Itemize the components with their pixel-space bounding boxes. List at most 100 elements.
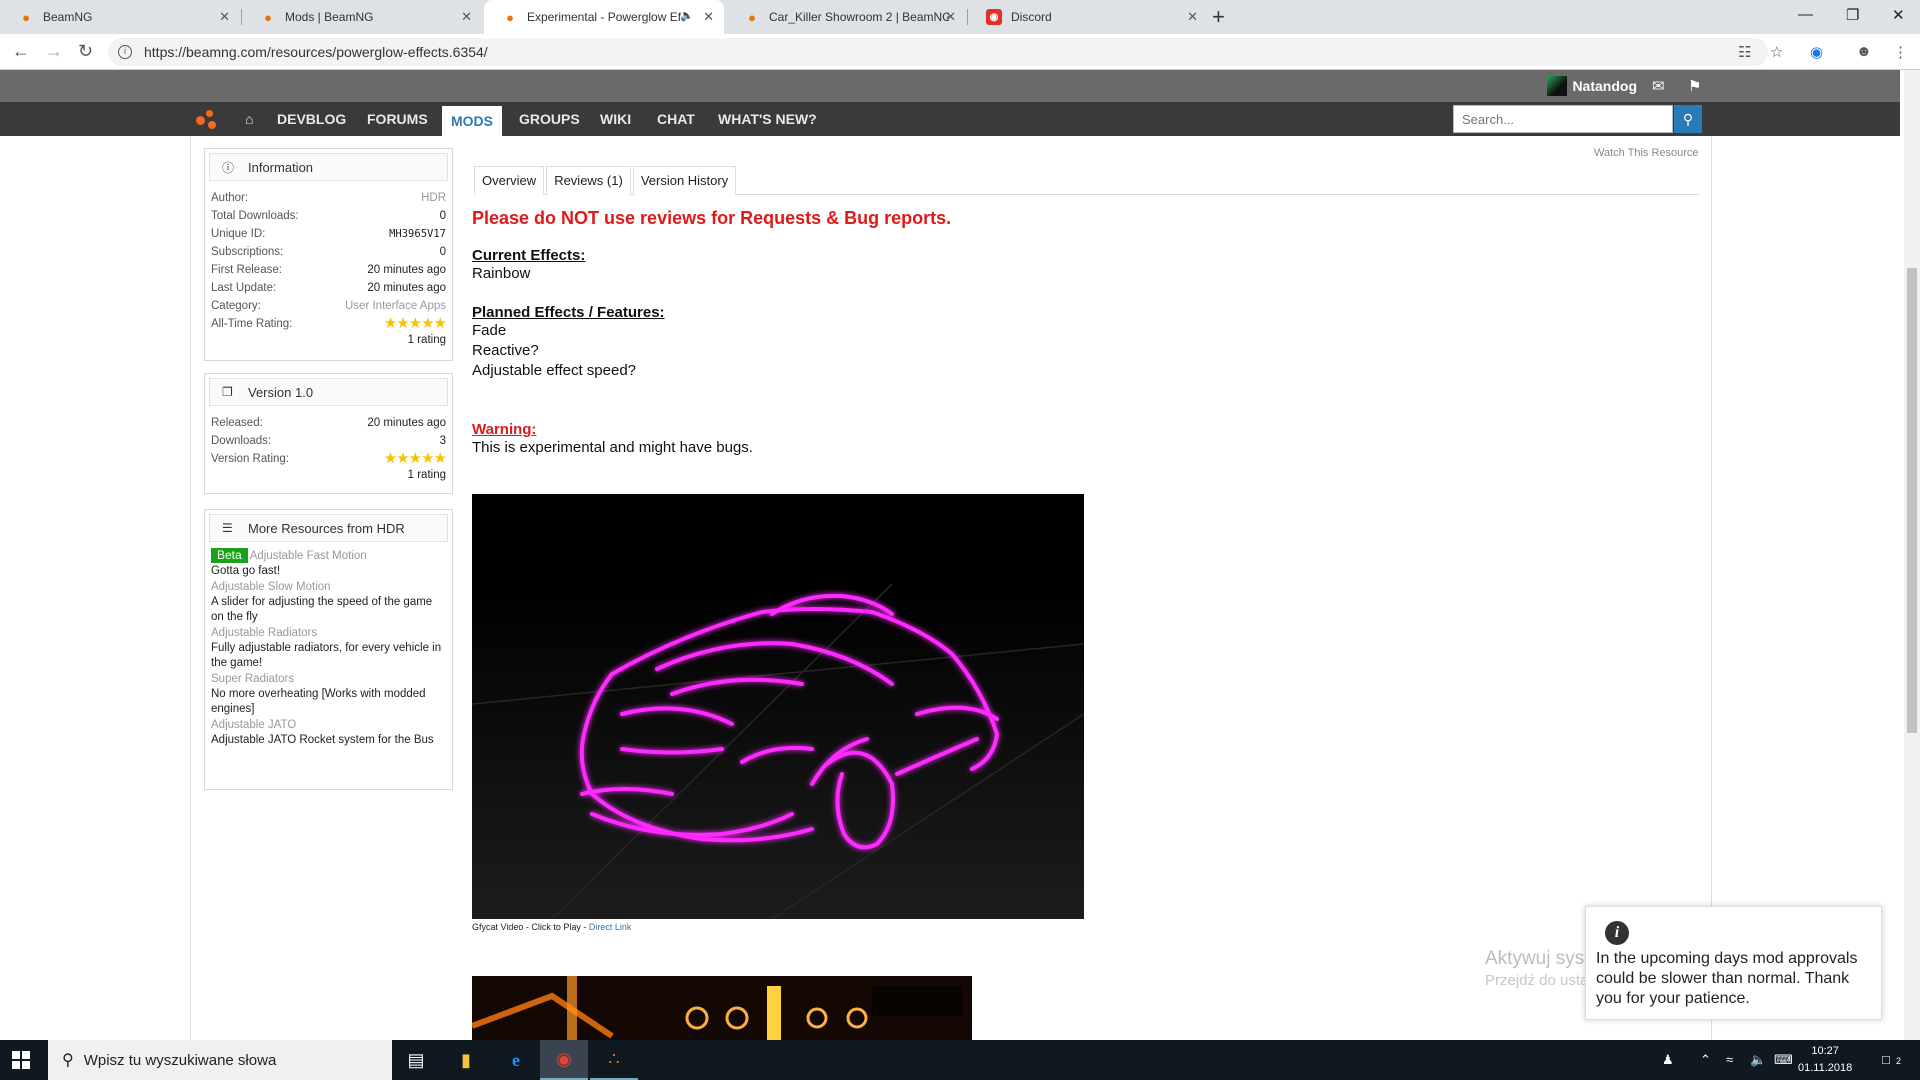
info-value[interactable]: User Interface Apps <box>345 297 446 315</box>
browser-toolbar: ← → ↻ i https://beamng.com/resources/pow… <box>0 34 1920 70</box>
info-value: MH3965V17 <box>389 228 446 240</box>
url-text: https://beamng.com/resources/powerglow-e… <box>144 44 488 60</box>
panel-heading: ☰ More Resources from HDR <box>209 514 448 542</box>
edge-icon[interactable]: e <box>492 1040 540 1080</box>
beamng-icon: ● <box>506 9 514 25</box>
back-icon[interactable]: ← <box>12 41 30 62</box>
version-row: Released: 20 minutes ago <box>205 414 452 432</box>
home-icon[interactable]: ⌂ <box>236 102 262 136</box>
nav-devblog[interactable]: DEVBLOG <box>268 102 355 136</box>
restore-icon[interactable]: ❐ <box>1846 6 1859 24</box>
browser-tab-active[interactable]: ● Experimental - Powerglow Ef 🔈 ✕ <box>484 0 724 34</box>
close-tab-icon[interactable]: ✕ <box>1187 9 1198 25</box>
resource-item: Adjustable Radiators Fully adjustable ra… <box>205 626 452 671</box>
browser-tab[interactable]: ● BeamNG ✕ <box>0 0 240 34</box>
close-tab-icon[interactable]: ✕ <box>703 9 714 25</box>
direct-link[interactable]: Direct Link <box>589 922 632 932</box>
tab-version-history[interactable]: Version History <box>632 166 737 195</box>
info-circle-icon: ⓘ <box>222 160 235 175</box>
reviews-alert: Please do NOT use reviews for Requests &… <box>472 208 952 228</box>
resource-link[interactable]: Adjustable Slow Motion <box>211 580 446 595</box>
scrollbar-thumb[interactable] <box>1907 268 1917 733</box>
keyboard-icon[interactable]: ⌨ <box>1774 1052 1793 1068</box>
rating-stars: ★★★★★ <box>383 315 447 332</box>
discord-icon: ◉ <box>986 9 1002 25</box>
resource-link[interactable]: Super Radiators <box>211 672 446 687</box>
taskbar-search[interactable]: ⚲ Wpisz tu wyszukiwane słowa <box>48 1040 392 1080</box>
resource-link[interactable]: Adjustable Radiators <box>211 626 446 641</box>
extension-icon[interactable]: ◉ <box>1810 43 1823 61</box>
nav-mods[interactable]: MODS <box>442 106 502 136</box>
second-video-preview[interactable] <box>472 976 972 1040</box>
info-key: Last Update: <box>211 282 277 294</box>
panel-heading: ❐ Version 1.0 <box>209 378 448 406</box>
list-icon: ☰ <box>222 521 233 535</box>
browser-tab-bar: ● BeamNG ✕ ● Mods | BeamNG ✕ ● Experimen… <box>0 0 1920 34</box>
bookmark-star-icon[interactable]: ☆ <box>1770 43 1783 61</box>
new-tab-button[interactable]: + <box>1212 4 1225 30</box>
watch-resource-link[interactable]: Watch This Resource <box>1594 147 1699 159</box>
close-tab-icon[interactable]: ✕ <box>219 9 230 25</box>
rating-row: All-Time Rating: ★★★★★ <box>205 315 452 333</box>
notification-text: In the upcoming days mod approvals could… <box>1596 950 1858 1007</box>
reload-icon[interactable]: ↻ <box>78 41 93 62</box>
minimize-icon[interactable]: — <box>1798 6 1813 23</box>
chrome-icon[interactable]: ◉ <box>540 1040 588 1080</box>
address-bar[interactable]: i https://beamng.com/resources/powerglow… <box>108 38 1768 66</box>
envelope-icon[interactable]: ✉ <box>1652 77 1665 95</box>
page-scrollbar[interactable] <box>1904 70 1920 1040</box>
wifi-icon[interactable]: ≈ <box>1726 1052 1733 1067</box>
beamng-logo[interactable] <box>196 110 218 130</box>
flag-icon[interactable]: ⚑ <box>1688 77 1701 95</box>
resource-item: Adjustable Slow Motion A slider for adju… <box>205 580 452 625</box>
windows-taskbar: ⚲ Wpisz tu wyszukiwane słowa ▤ ▮ e ◉ ∴ ♟… <box>0 1040 1920 1080</box>
browser-tab[interactable]: ● Mods | BeamNG ✕ <box>242 0 482 34</box>
translate-icon[interactable]: ☷ <box>1738 43 1751 61</box>
close-tab-icon[interactable]: ✕ <box>945 9 956 25</box>
close-window-icon[interactable]: ✕ <box>1892 6 1905 24</box>
resource-link[interactable]: Adjustable Fast Motion <box>250 550 367 562</box>
gfycat-video[interactable] <box>472 494 1084 919</box>
user-account-link[interactable]: Natandog <box>1547 76 1637 96</box>
browser-tab[interactable]: ◉ Discord ✕ <box>968 0 1208 34</box>
site-search-input[interactable] <box>1453 105 1673 133</box>
tab-reviews[interactable]: Reviews (1) <box>546 166 631 195</box>
current-effects-title: Current Effects: <box>472 247 586 264</box>
resource-desc: No more overheating [Works with modded e… <box>211 688 426 715</box>
menu-dots-icon[interactable]: ⋮ <box>1893 43 1908 61</box>
search-icon[interactable]: ⚲ <box>1674 105 1702 133</box>
nav-groups[interactable]: GROUPS <box>510 102 589 136</box>
nav-wiki[interactable]: WIKI <box>591 102 640 136</box>
tab-overview[interactable]: Overview <box>474 166 545 195</box>
tab-title: Experimental - Powerglow Ef <box>527 10 682 24</box>
notification-popup[interactable]: i In the upcoming days mod approvals cou… <box>1585 906 1882 1020</box>
show-hidden-icons[interactable]: ⌃ <box>1700 1052 1711 1068</box>
beamng-taskbar-icon[interactable]: ∴ <box>590 1040 638 1080</box>
browser-tab[interactable]: ● Car_Killer Showroom 2 | BeamNG ✕ <box>726 0 966 34</box>
taskbar-clock[interactable]: 10:27 01.11.2018 <box>1798 1043 1852 1077</box>
profile-icon[interactable]: ☻ <box>1856 43 1872 60</box>
version-value: 3 <box>439 435 446 447</box>
version-key: Downloads: <box>211 435 272 447</box>
version-copy-icon: ❐ <box>222 385 233 399</box>
close-tab-icon[interactable]: ✕ <box>461 9 472 25</box>
forward-icon[interactable]: → <box>45 41 63 62</box>
site-info-icon[interactable]: i <box>118 45 132 59</box>
volume-icon[interactable]: 🔈 <box>1750 1052 1766 1068</box>
nav-chat[interactable]: CHAT <box>648 102 704 136</box>
task-view-icon[interactable]: ▤ <box>392 1040 440 1080</box>
windows-start-icon[interactable] <box>12 1051 30 1069</box>
info-row: Category: User Interface Apps <box>205 297 452 315</box>
info-value[interactable]: HDR <box>421 189 446 207</box>
file-explorer-icon[interactable]: ▮ <box>442 1040 490 1080</box>
resource-tabs: Overview Reviews (1) Version History <box>474 166 1700 195</box>
nav-whats-new[interactable]: WHAT'S NEW? <box>709 102 826 136</box>
people-icon[interactable]: ♟ <box>1662 1052 1674 1068</box>
resource-link[interactable]: Adjustable JATO <box>211 718 446 733</box>
nav-forums[interactable]: FORUMS <box>358 102 437 136</box>
action-center-icon[interactable]: □ <box>1882 1052 1890 1067</box>
search-icon: ⚲ <box>62 1052 74 1069</box>
audio-playing-icon[interactable]: 🔈 <box>680 9 694 22</box>
info-row: First Release: 20 minutes ago <box>205 261 452 279</box>
info-row: Author: HDR <box>205 189 452 207</box>
